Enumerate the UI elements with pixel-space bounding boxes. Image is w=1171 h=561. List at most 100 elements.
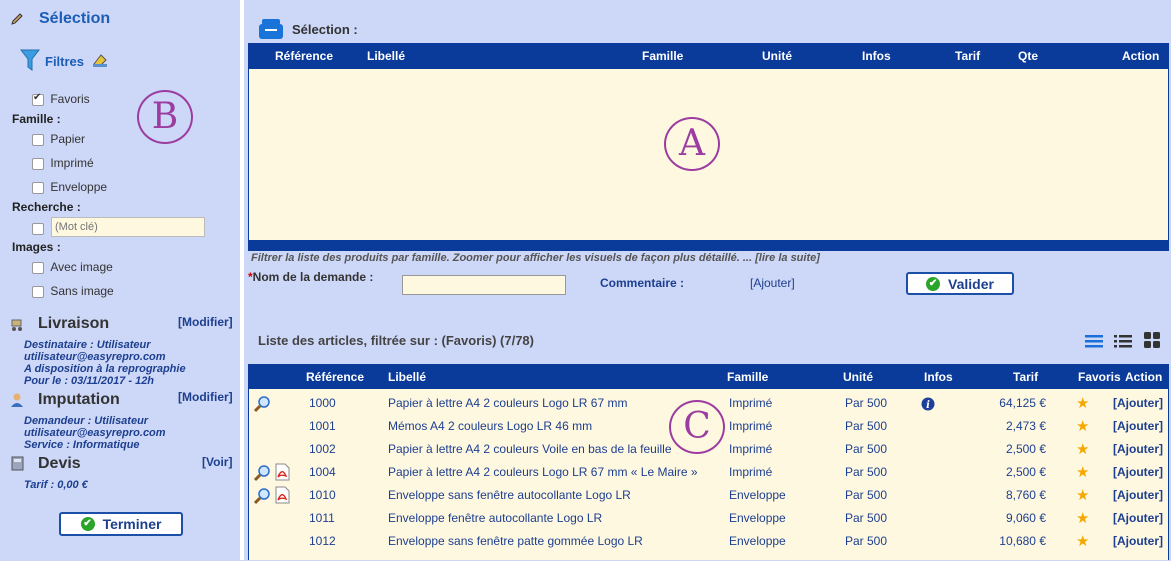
livraison-modifier-link[interactable]: [Modifier] <box>178 315 233 329</box>
row-unite: Par 500 <box>845 465 888 479</box>
user-icon <box>11 393 23 407</box>
row-unite: Par 500 <box>845 534 888 548</box>
row-tarif: 2,500 € <box>1005 442 1046 456</box>
row-ajouter-link[interactable]: [Ajouter] <box>1113 461 1163 484</box>
row-reference: 1010 <box>309 488 336 502</box>
commentaire-ajouter-link[interactable]: [Ajouter] <box>750 276 795 290</box>
row-reference: 1002 <box>309 442 336 456</box>
nom-demande-text: Nom de la demande : <box>252 270 374 284</box>
famille-papier-filter[interactable]: Papier <box>32 132 85 146</box>
famille-imprime-checkbox[interactable] <box>32 157 44 170</box>
row-tarif: 64,125 € <box>999 396 1046 410</box>
sans-image-checkbox[interactable] <box>32 285 44 298</box>
favoris-filter[interactable]: Favoris <box>32 92 90 106</box>
famille-imprime-label: Imprimé <box>50 156 94 170</box>
livraison-line-3: A disposition à la reprographie <box>24 363 186 375</box>
favorite-star-icon[interactable]: ★ <box>1076 438 1089 461</box>
famille-enveloppe-checkbox[interactable] <box>32 181 44 194</box>
commentaire-label: Commentaire : <box>600 276 685 290</box>
nom-demande-input[interactable] <box>402 275 566 295</box>
articles-header-reference: Référence <box>306 370 365 384</box>
devis-voir-link[interactable]: [Voir] <box>202 455 232 469</box>
row-unite: Par 500 <box>845 488 888 502</box>
selection-title: Sélection : <box>292 22 358 37</box>
selection-header-famille: Famille <box>642 49 684 63</box>
favorite-star-icon[interactable]: ★ <box>1076 415 1089 438</box>
row-ajouter-link[interactable]: [Ajouter] <box>1113 415 1163 438</box>
avec-image-checkbox[interactable] <box>32 261 44 274</box>
selection-header-unite: Unité <box>762 49 792 63</box>
famille-enveloppe-filter[interactable]: Enveloppe <box>32 180 107 194</box>
search-input[interactable] <box>51 217 205 237</box>
terminer-button[interactable]: ✔ Terminer <box>59 512 183 536</box>
filters-label[interactable]: Filtres <box>45 54 84 69</box>
row-ajouter-link[interactable]: [Ajouter] <box>1113 438 1163 461</box>
imputation-line-2: utilisateur@easyrepro.com <box>24 427 166 439</box>
sans-image-filter[interactable]: Sans image <box>32 284 114 298</box>
articles-header-favoris: Favoris <box>1078 370 1121 384</box>
basket-icon <box>259 19 283 39</box>
clear-filter-icon[interactable] <box>91 52 109 68</box>
famille-imprime-filter[interactable]: Imprimé <box>32 156 94 170</box>
row-libelle: Enveloppe sans fenêtre patte gommée Logo… <box>388 534 643 548</box>
devis-tarif: Tarif : 0,00 € <box>24 479 88 491</box>
articles-header-unite: Unité <box>843 370 873 384</box>
row-ajouter-link[interactable]: [Ajouter] <box>1113 392 1163 415</box>
avec-image-filter[interactable]: Avec image <box>32 260 113 274</box>
grid-view-icon[interactable] <box>1144 332 1160 348</box>
favorite-star-icon[interactable]: ★ <box>1076 392 1089 415</box>
row-tarif: 10,680 € <box>999 534 1046 548</box>
favorite-star-icon[interactable]: ★ <box>1076 507 1089 530</box>
row-ajouter-link[interactable]: [Ajouter] <box>1113 530 1163 553</box>
favorite-star-icon[interactable]: ★ <box>1076 530 1089 553</box>
row-reference: 1011 <box>309 511 335 525</box>
articles-header-libelle: Libellé <box>388 370 427 384</box>
pencil-icon <box>11 13 23 25</box>
row-unite: Par 500 <box>845 396 888 410</box>
row-ajouter-link[interactable]: [Ajouter] <box>1113 507 1163 530</box>
row-ajouter-link[interactable]: [Ajouter] <box>1113 484 1163 507</box>
livraison-line-1: Destinataire : Utilisateur <box>24 339 151 351</box>
row-reference: 1001 <box>309 419 336 433</box>
recherche-checkbox[interactable] <box>32 222 44 235</box>
favorite-star-icon[interactable]: ★ <box>1076 484 1089 507</box>
selection-table-header: Référence Libellé Famille Unité Infos Ta… <box>249 44 1168 69</box>
detail-list-view-icon[interactable] <box>1114 333 1132 349</box>
articles-table: Référence Libellé Famille Unité Infos Ta… <box>248 364 1169 560</box>
favoris-checkbox[interactable] <box>32 92 44 106</box>
calculator-icon <box>11 456 24 471</box>
marker-c: C <box>669 400 725 454</box>
recherche-label: Recherche : <box>12 200 81 214</box>
row-libelle: Papier à lettre A4 2 couleurs Logo LR 67… <box>388 465 698 479</box>
row-tarif: 2,500 € <box>1005 465 1046 479</box>
row-famille: Enveloppe <box>729 488 786 502</box>
livraison-title: Livraison <box>38 315 110 332</box>
imputation-modifier-link[interactable]: [Modifier] <box>178 390 233 404</box>
terminer-label: Terminer <box>102 516 162 532</box>
filter-hint[interactable]: Filtrer la liste des produits par famill… <box>251 252 820 264</box>
articles-header-tarif: Tarif <box>1013 370 1039 384</box>
row-reference: 1000 <box>309 396 336 410</box>
row-famille: Imprimé <box>729 442 773 456</box>
selection-header-infos: Infos <box>862 49 891 63</box>
famille-enveloppe-label: Enveloppe <box>50 180 108 194</box>
selection-header-reference: Référence <box>275 49 334 63</box>
articles-header-action: Action <box>1125 370 1163 384</box>
sans-image-label: Sans image <box>50 284 114 298</box>
table-row: 1004 Papier à lettre A4 2 couleurs Logo L… <box>249 461 1169 484</box>
articles-header-infos: Infos <box>924 370 953 384</box>
famille-label: Famille : <box>12 112 61 126</box>
row-libelle: Papier à lettre A4 2 couleurs Logo LR 67… <box>388 396 628 410</box>
famille-papier-checkbox[interactable] <box>32 133 44 146</box>
row-libelle: Papier à lettre A4 2 couleurs Voile en b… <box>388 442 672 456</box>
favorite-star-icon[interactable]: ★ <box>1076 461 1089 484</box>
selection-header-libelle: Libellé <box>367 49 406 63</box>
funnel-icon <box>20 49 40 71</box>
row-unite: Par 500 <box>845 511 888 525</box>
valider-button[interactable]: ✔ Valider <box>906 272 1014 295</box>
row-famille: Enveloppe <box>729 534 786 548</box>
list-view-icon[interactable] <box>1085 333 1103 349</box>
imputation-line-1: Demandeur : Utilisateur <box>24 415 149 427</box>
row-tarif: 2,473 € <box>1005 419 1046 433</box>
images-label: Images : <box>12 240 61 254</box>
